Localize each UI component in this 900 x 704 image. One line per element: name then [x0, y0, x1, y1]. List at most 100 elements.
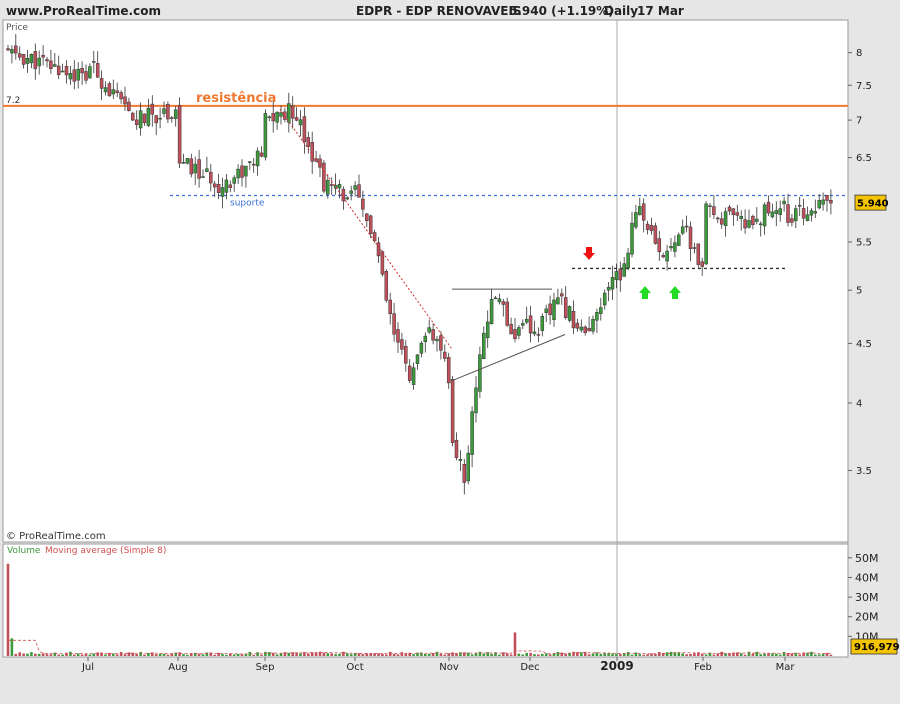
- candle-body: [439, 335, 443, 351]
- volume-bar: [349, 654, 353, 656]
- candle-body: [797, 204, 802, 207]
- candle-body: [466, 452, 470, 482]
- candle-body: [322, 162, 326, 192]
- candle-body: [76, 68, 80, 81]
- volume-bar: [810, 651, 813, 656]
- candle-body: [813, 211, 818, 214]
- candle-body: [677, 234, 681, 246]
- volume-bar: [817, 654, 821, 656]
- volume-bar: [704, 654, 708, 656]
- candle-body: [189, 158, 194, 175]
- volume-bar: [619, 654, 622, 656]
- volume-bar: [45, 654, 49, 656]
- candle-body: [84, 71, 88, 81]
- volume-bar: [771, 653, 774, 656]
- volume-bar: [307, 653, 310, 656]
- candle-body: [552, 299, 556, 320]
- volume-bar: [154, 654, 158, 656]
- volume-bar: [689, 654, 692, 656]
- volume-bar: [104, 654, 107, 656]
- y-tick-label: 7.5: [856, 81, 872, 92]
- candle-body: [618, 268, 623, 281]
- volume-bar: [158, 653, 162, 656]
- volume-bar: [646, 654, 649, 656]
- volume-bar: [381, 653, 384, 656]
- volume-bar: [630, 654, 634, 656]
- volume-bar: [80, 654, 84, 656]
- candle-body: [306, 137, 311, 147]
- candle-body: [232, 177, 236, 184]
- y-tick-label: 5: [856, 286, 862, 297]
- volume-bar: [642, 654, 645, 656]
- candle-body: [817, 200, 821, 209]
- volume-bar: [84, 653, 88, 656]
- candle-body: [723, 211, 728, 226]
- volume-bar: [256, 652, 259, 656]
- price-panel[interactable]: [2, 19, 849, 543]
- volume-bar: [322, 652, 326, 656]
- candle-body: [513, 329, 517, 339]
- candle-body: [376, 242, 381, 257]
- candle-body: [68, 73, 73, 80]
- candle-body: [458, 459, 463, 461]
- volume-bar: [634, 652, 638, 656]
- candle-body: [279, 112, 283, 117]
- volume-bar: [385, 654, 388, 656]
- volume-bar: [669, 651, 673, 656]
- candle-body: [298, 119, 303, 126]
- candle-body: [653, 225, 658, 244]
- candle-body: [524, 318, 529, 323]
- volume-tick-label: 40M: [855, 571, 879, 584]
- volume-bar: [829, 654, 833, 656]
- candle-body: [743, 219, 747, 229]
- volume-bar: [529, 652, 532, 656]
- candle-body: [560, 293, 564, 297]
- y-tick-label: 4.5: [856, 339, 872, 350]
- candle-body: [251, 163, 256, 166]
- volume-bar: [143, 654, 146, 656]
- candle-body: [521, 323, 525, 326]
- candle-body: [470, 411, 474, 455]
- volume-bar: [665, 652, 669, 656]
- candle-body: [571, 310, 576, 329]
- x-tick-label: 2009: [600, 659, 633, 673]
- candle-body: [751, 215, 755, 225]
- volume-bar: [197, 653, 201, 656]
- x-tick-label: Jul: [81, 662, 94, 673]
- candle-body: [365, 213, 369, 221]
- last-volume-value: 916,979: [854, 642, 900, 653]
- candle-body: [353, 185, 357, 190]
- candle-body: [591, 318, 595, 332]
- candle-body: [150, 103, 155, 115]
- chart-canvas: www.ProRealTime.com EDPR - EDP RENOVAVEI…: [2, 4, 900, 673]
- volume-bar: [377, 653, 380, 656]
- volume-bar: [626, 652, 630, 656]
- x-tick-label: Aug: [168, 662, 188, 673]
- candle-body: [579, 326, 584, 331]
- candle-body: [770, 211, 775, 218]
- candle-body: [60, 70, 65, 73]
- candle-body: [419, 342, 424, 354]
- volume-bar: [388, 651, 392, 656]
- volume-bar: [342, 651, 345, 656]
- volume-bar: [186, 654, 189, 656]
- volume-bar: [268, 652, 271, 656]
- candle-body: [712, 206, 716, 215]
- candle-body: [758, 223, 763, 226]
- candle-body: [103, 87, 108, 93]
- candle-body: [380, 251, 385, 275]
- candle-body: [240, 165, 244, 178]
- volume-bar: [287, 652, 291, 656]
- volume-bar: [26, 653, 29, 656]
- volume-bar: [751, 653, 755, 656]
- site-url[interactable]: www.ProRealTime.com: [6, 4, 161, 18]
- volume-panel[interactable]: [2, 543, 849, 658]
- volume-bar: [798, 654, 801, 656]
- candle-body: [696, 243, 701, 265]
- candle-body: [587, 327, 591, 332]
- candle-body: [528, 315, 533, 334]
- candle-body: [563, 297, 568, 318]
- volume-bar: [369, 653, 372, 656]
- volume-bar: [365, 653, 369, 656]
- volume-bar: [49, 654, 53, 656]
